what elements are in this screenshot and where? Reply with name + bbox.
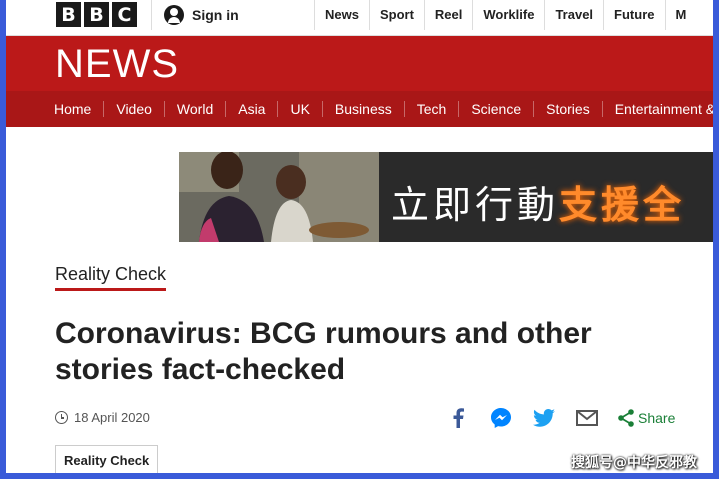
article-date-text: 18 April 2020 [74,410,150,425]
news-nav: Home Video World Asia UK Business Tech S… [6,91,713,127]
bbc-logo-letter: C [112,2,137,27]
top-nav-sport[interactable]: Sport [368,0,424,30]
bbc-logo-letter: B [56,2,81,27]
banner-text-emphasis: 支援全 [559,183,686,227]
clock-icon [55,411,68,424]
share-icon[interactable] [618,406,634,430]
top-nav-more[interactable]: M [664,0,697,30]
share-label[interactable]: Share [638,410,675,426]
top-nav-worklife[interactable]: Worklife [472,0,544,30]
top-nav-future[interactable]: Future [603,0,664,30]
facebook-icon[interactable] [446,406,470,430]
news-nav-asia[interactable]: Asia [225,101,277,117]
browser-viewport: B B C Sign in News Sport Reel Worklife T… [6,0,713,473]
bbc-top-bar: B B C Sign in News Sport Reel Worklife T… [6,0,713,36]
article-headline: Coronavirus: BCG rumours and other stori… [55,317,592,386]
sign-in-label: Sign in [192,7,239,23]
banner-text-plain: 立即行動 [391,183,560,227]
news-logo[interactable]: NEWS [55,42,179,87]
banner-ad[interactable]: 立即行動支援全 [179,152,713,242]
top-nav-reel[interactable]: Reel [423,0,472,30]
topic-tag-reality-check[interactable]: Reality Check [55,445,159,473]
bbc-logo-letter: B [84,2,109,27]
banner-text: 立即行動支援全 [391,174,685,229]
twitter-icon[interactable] [532,406,556,430]
news-header: NEWS [6,36,713,91]
news-nav-science[interactable]: Science [458,101,533,117]
watermark-text: 搜狐号@中华反邪教 [571,455,697,471]
bbc-logo[interactable]: B B C [56,2,137,27]
email-icon[interactable] [575,406,599,430]
news-nav-world[interactable]: World [163,101,225,117]
news-nav-stories[interactable]: Stories [533,101,602,117]
news-nav-uk[interactable]: UK [277,101,321,117]
news-nav-business[interactable]: Business [321,101,404,117]
banner-photo [179,152,379,242]
share-tools: Share [446,406,675,430]
news-nav-entertainment[interactable]: Entertainment & [601,101,713,117]
news-nav-tech[interactable]: Tech [403,101,459,117]
top-nav-travel[interactable]: Travel [544,0,603,30]
section-link-reality-check[interactable]: Reality Check [55,264,167,291]
news-nav-home[interactable]: Home [54,101,103,117]
top-nav-news[interactable]: News [314,0,369,30]
article-date: 18 April 2020 [55,410,150,425]
user-icon [164,5,184,25]
messenger-icon[interactable] [489,406,513,430]
bbc-top-nav: News Sport Reel Worklife Travel Future M [314,0,696,30]
sign-in-link[interactable]: Sign in [151,0,239,30]
news-nav-video[interactable]: Video [103,101,164,117]
